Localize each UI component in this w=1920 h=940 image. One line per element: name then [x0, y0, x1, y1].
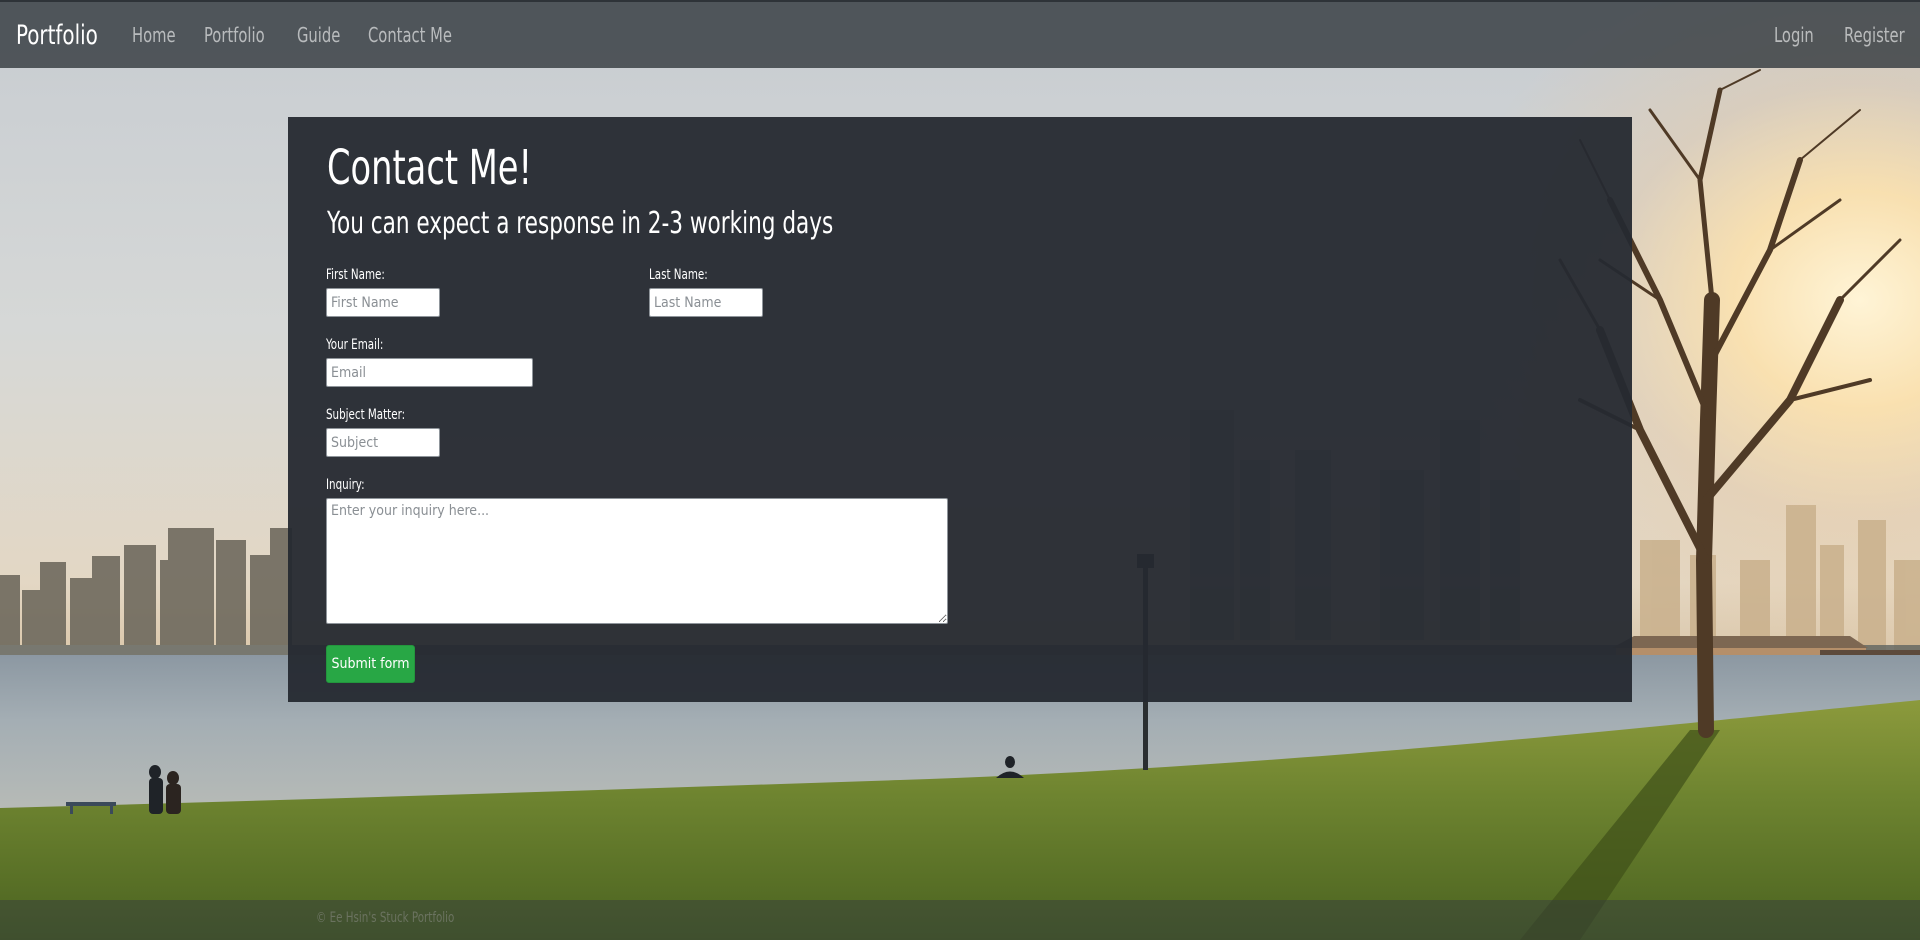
inquiry-textarea[interactable] [326, 498, 948, 624]
top-navbar: Portfolio Home Portfolio Guide Contact M… [0, 0, 1920, 68]
first-name-input[interactable] [326, 288, 440, 317]
first-name-label: First Name: [326, 267, 385, 283]
brand-link[interactable]: Portfolio [16, 20, 98, 51]
page-footer: © Ee Hsin's Stuck Portfolio [0, 900, 1920, 940]
subject-group: Subject Matter: [326, 406, 440, 457]
last-name-group: Last Name: [649, 266, 763, 317]
nav-link-guide[interactable]: Guide [297, 23, 355, 47]
email-label: Your Email: [326, 337, 384, 353]
first-name-group: First Name: [326, 266, 440, 317]
nav-link-login[interactable]: Login [1774, 23, 1831, 47]
nav-link-home[interactable]: Home [132, 23, 191, 47]
inquiry-label: Inquiry: [326, 477, 365, 493]
email-input[interactable] [326, 358, 533, 387]
email-group: Your Email: [326, 336, 533, 387]
last-name-label: Last Name: [649, 267, 708, 283]
contact-card: Contact Me! You can expect a response in… [288, 117, 1632, 702]
nav-link-portfolio[interactable]: Portfolio [204, 23, 280, 47]
footer-copyright: © Ee Hsin's Stuck Portfolio [316, 910, 455, 926]
nav-link-register[interactable]: Register [1844, 23, 1905, 47]
last-name-input[interactable] [649, 288, 763, 317]
inquiry-group: Inquiry: [326, 476, 948, 624]
nav-link-contact-me[interactable]: Contact Me [368, 23, 458, 47]
page-title: Contact Me! [327, 140, 533, 196]
subject-input[interactable] [326, 428, 440, 457]
nav-right-links: Login Register [1774, 23, 1905, 47]
subject-label: Subject Matter: [326, 407, 406, 423]
page-subtitle: You can expect a response in 2-3 working… [327, 206, 834, 241]
submit-form-button[interactable]: Submit form [326, 645, 415, 683]
nav-left-links: Home Portfolio Guide Contact Me [132, 23, 478, 47]
